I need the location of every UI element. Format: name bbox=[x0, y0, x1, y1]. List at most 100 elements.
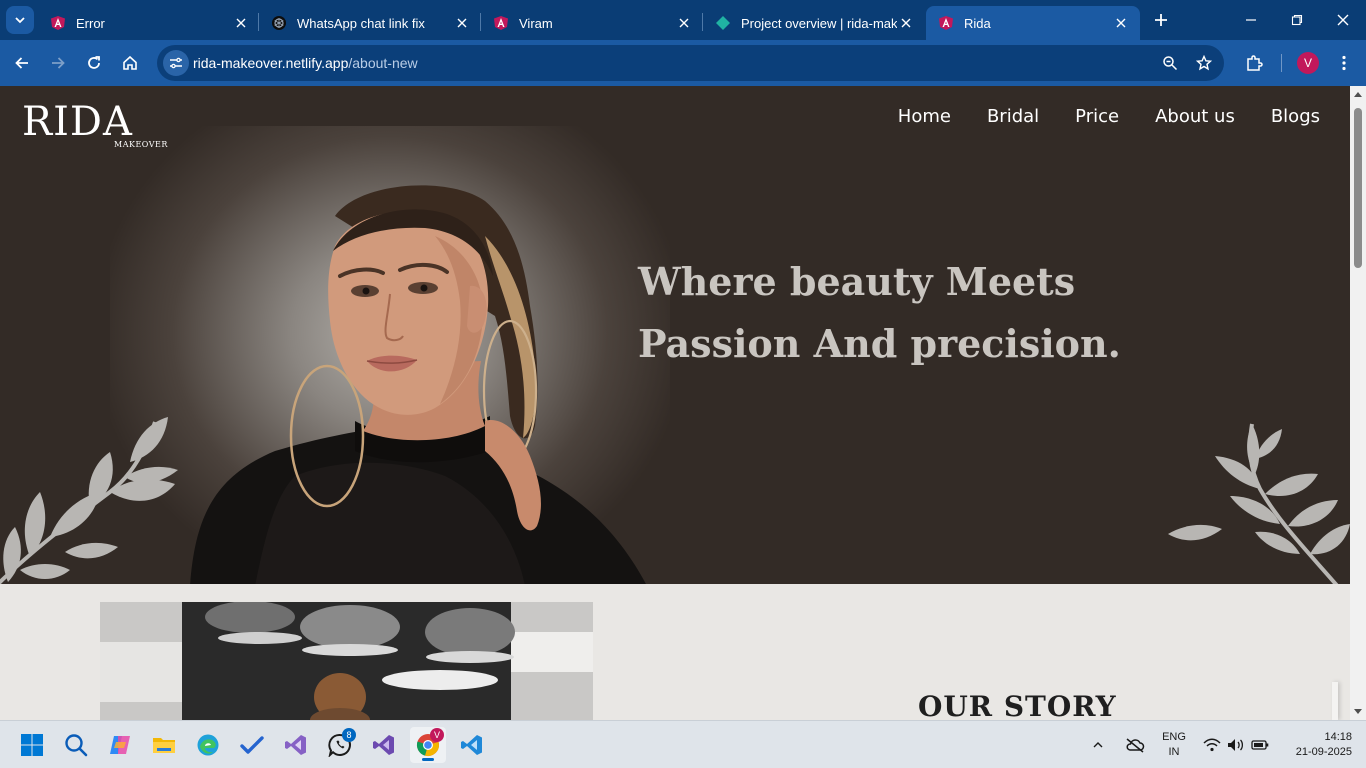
site-logo[interactable]: RIDA MAKEOVER bbox=[22, 100, 167, 149]
close-icon[interactable] bbox=[232, 14, 250, 32]
extensions-button[interactable] bbox=[1239, 48, 1269, 78]
home-button[interactable] bbox=[115, 48, 145, 78]
page-viewport: RIDA MAKEOVER Home Bridal Price About us… bbox=[0, 86, 1350, 720]
visual-studio-app-2[interactable] bbox=[366, 727, 402, 763]
onedrive-status[interactable] bbox=[1118, 727, 1152, 763]
tab-rida[interactable]: Rida bbox=[926, 6, 1140, 40]
battery-icon bbox=[1251, 740, 1269, 750]
nav-price[interactable]: Price bbox=[1075, 106, 1119, 127]
file-explorer-app[interactable] bbox=[146, 727, 182, 763]
nav-home[interactable]: Home bbox=[898, 106, 951, 127]
input-language[interactable]: ENG IN bbox=[1156, 730, 1192, 760]
chrome-profile-badge: V bbox=[430, 728, 444, 742]
url-host: rida-makeover.netlify.app bbox=[193, 55, 349, 71]
tab-whatsapp-chat-link-fix[interactable]: WhatsApp chat link fix bbox=[259, 6, 481, 40]
vscode-app[interactable] bbox=[454, 727, 490, 763]
clock[interactable]: 14:18 21-09-2025 bbox=[1280, 730, 1352, 760]
tab-search-button[interactable] bbox=[6, 6, 34, 34]
search-icon bbox=[65, 734, 88, 757]
angular-icon bbox=[51, 16, 65, 30]
visual-studio-icon bbox=[373, 735, 394, 755]
bookmark-button[interactable] bbox=[1189, 48, 1219, 78]
wifi-icon bbox=[1203, 738, 1221, 752]
main-nav: Home Bridal Price About us Blogs bbox=[898, 106, 1320, 127]
arrow-left-icon bbox=[15, 57, 28, 69]
scroll-up-icon[interactable] bbox=[1353, 90, 1363, 98]
windows-start-icon bbox=[21, 734, 43, 756]
hero-heading-line-2: Passion And precision. bbox=[638, 321, 1121, 366]
visual-studio-app[interactable] bbox=[278, 727, 314, 763]
logo-subtitle: MAKEOVER bbox=[114, 140, 168, 149]
close-icon[interactable] bbox=[453, 14, 471, 32]
copilot-icon bbox=[110, 736, 130, 754]
whatsapp-app[interactable]: 8 bbox=[322, 727, 358, 763]
address-bar[interactable]: rida-makeover.netlify.app/about-new bbox=[157, 45, 1224, 81]
scroll-down-icon[interactable] bbox=[1353, 708, 1363, 716]
site-info-button[interactable] bbox=[163, 50, 189, 76]
scroll-thumb[interactable] bbox=[1354, 108, 1362, 268]
tab-title: Viram bbox=[519, 15, 553, 31]
todo-app[interactable] bbox=[234, 727, 270, 763]
minimize-button[interactable] bbox=[1228, 0, 1274, 40]
volume-icon bbox=[1228, 739, 1244, 751]
zoom-button[interactable] bbox=[1155, 48, 1185, 78]
edge-app[interactable] bbox=[190, 727, 226, 763]
tab-title: Rida bbox=[964, 15, 991, 31]
hero-model-image bbox=[190, 185, 646, 584]
start-button[interactable] bbox=[14, 727, 50, 763]
tab-strip: Error WhatsApp chat link fix Viram Proje… bbox=[0, 0, 1366, 40]
vscode-icon bbox=[461, 735, 482, 755]
checkmark-icon bbox=[240, 736, 264, 754]
story-card bbox=[1332, 682, 1338, 720]
leaf-decoration-left bbox=[0, 417, 178, 584]
copilot-app[interactable] bbox=[102, 727, 138, 763]
forward-button[interactable] bbox=[43, 48, 73, 78]
new-tab-button[interactable] bbox=[1146, 5, 1176, 35]
nav-blogs[interactable]: Blogs bbox=[1271, 106, 1320, 127]
star-icon bbox=[1196, 55, 1212, 71]
tab-title: Project overview | rida-makeover bbox=[741, 15, 897, 31]
url-path: /about-new bbox=[348, 55, 418, 71]
restore-button[interactable] bbox=[1274, 0, 1320, 40]
leaf-decoration-right bbox=[1168, 423, 1350, 584]
tab-title: Error bbox=[76, 15, 105, 31]
more-vertical-icon bbox=[1342, 55, 1346, 71]
quick-settings[interactable] bbox=[1198, 727, 1274, 763]
close-icon[interactable] bbox=[675, 14, 693, 32]
reload-button[interactable] bbox=[79, 48, 109, 78]
tab-project-overview[interactable]: Project overview | rida-makeover bbox=[703, 6, 925, 40]
hero-heading: Where beauty Meets Passion And precision… bbox=[638, 251, 1198, 375]
back-button[interactable] bbox=[7, 48, 37, 78]
nav-bridal[interactable]: Bridal bbox=[987, 106, 1039, 127]
toolbar-divider bbox=[1281, 54, 1282, 72]
nav-about-us[interactable]: About us bbox=[1155, 106, 1235, 127]
close-icon bbox=[1337, 14, 1349, 26]
close-icon[interactable] bbox=[897, 14, 915, 32]
angular-icon bbox=[939, 16, 953, 30]
our-story-section: OUR STORY bbox=[0, 584, 1350, 720]
tab-title: WhatsApp chat link fix bbox=[297, 15, 425, 31]
puzzle-icon bbox=[1247, 55, 1263, 71]
reload-icon bbox=[88, 56, 100, 69]
windows-taskbar: 8 V ENG IN 14:18 21-09-2025 bbox=[0, 720, 1366, 768]
visual-studio-icon bbox=[285, 735, 306, 755]
story-heading: OUR STORY bbox=[918, 690, 1117, 720]
clock-date: 21-09-2025 bbox=[1295, 746, 1352, 758]
story-image bbox=[100, 602, 593, 720]
angular-icon bbox=[494, 16, 508, 30]
page-scrollbar[interactable] bbox=[1350, 86, 1366, 720]
url-text[interactable]: rida-makeover.netlify.app/about-new bbox=[193, 55, 418, 71]
profile-avatar[interactable]: V bbox=[1297, 52, 1319, 74]
home-icon bbox=[123, 55, 137, 70]
menu-button[interactable] bbox=[1329, 48, 1359, 78]
close-window-button[interactable] bbox=[1320, 0, 1366, 40]
plus-icon bbox=[1155, 14, 1167, 26]
tab-error[interactable]: Error bbox=[38, 6, 260, 40]
show-hidden-icons-button[interactable] bbox=[1086, 727, 1110, 763]
chatgpt-icon bbox=[272, 16, 286, 30]
close-icon[interactable] bbox=[1112, 14, 1130, 32]
chrome-app[interactable]: V bbox=[410, 727, 446, 763]
tab-viram[interactable]: Viram bbox=[481, 6, 703, 40]
whatsapp-unread-badge: 8 bbox=[342, 728, 356, 742]
taskbar-search[interactable] bbox=[58, 727, 94, 763]
